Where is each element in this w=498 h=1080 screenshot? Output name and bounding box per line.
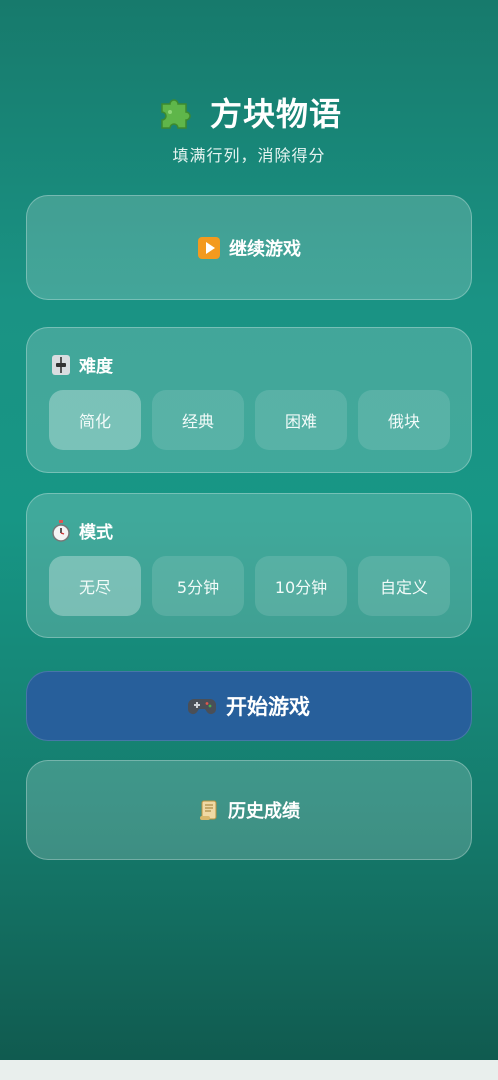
mode-label: 模式 [79,523,113,543]
play-icon [197,236,221,260]
continue-game-label: 继续游戏 [229,238,301,260]
mode-option-endless[interactable]: 无尽 [49,556,141,616]
puzzle-piece-icon [156,92,196,132]
mode-option-5min[interactable]: 5分钟 [152,556,244,616]
mode-option-10min[interactable]: 10分钟 [255,556,347,616]
start-game-button[interactable]: 开始游戏 [26,671,472,741]
app-subtitle: 填满行列，消除得分 [172,146,326,165]
difficulty-label: 难度 [79,357,113,377]
mode-panel: 模式 无尽 5分钟 10分钟 自定义 [26,493,472,638]
history-button[interactable]: 历史成绩 [26,760,472,860]
difficulty-heading: 难度 [51,352,113,377]
difficulty-option-tetris[interactable]: 俄块 [358,390,450,450]
history-label: 历史成绩 [228,801,300,822]
difficulty-option-classic[interactable]: 经典 [152,390,244,450]
difficulty-option-hard[interactable]: 困难 [255,390,347,450]
mode-option-custom[interactable]: 自定义 [358,556,450,616]
difficulty-option-simple[interactable]: 简化 [49,390,141,450]
app-header: 方块物语 填满行列，消除得分 [0,88,498,166]
app-title: 方块物语 [209,95,342,133]
title-row: 方块物语 [0,88,498,136]
difficulty-panel: 难度 简化 经典 困难 俄块 [26,327,472,473]
continue-game-button[interactable]: 继续游戏 [26,195,472,300]
bottom-system-bar [0,1060,498,1080]
scroll-icon [198,799,220,821]
mode-heading: 模式 [51,518,113,543]
stopwatch-icon [51,519,71,542]
slider-icon [51,354,71,376]
gamepad-icon [188,695,216,717]
difficulty-options: 简化 经典 困难 俄块 [49,390,450,450]
mode-options: 无尽 5分钟 10分钟 自定义 [49,556,450,616]
start-game-label: 开始游戏 [226,695,310,719]
